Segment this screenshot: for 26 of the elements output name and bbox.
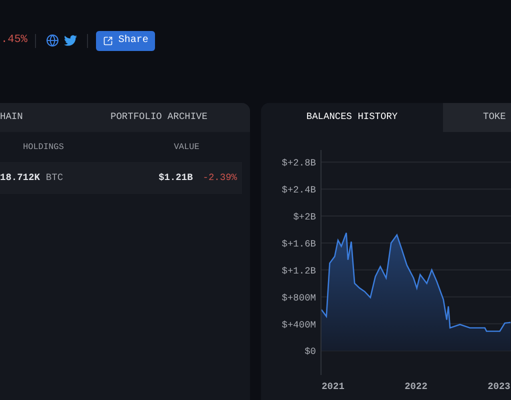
axis-tick-label: 2021: [322, 381, 344, 392]
axis-tick-label: $+1.6B: [282, 238, 316, 250]
panel-tab[interactable]: TOKE: [443, 103, 511, 132]
column-header: VALUE: [174, 140, 200, 154]
holding-row[interactable]: 18.712K BTC $1.21B -2.39%: [0, 162, 242, 194]
share-button[interactable]: Share: [96, 30, 156, 50]
axis-tick-label: $+2.8B: [282, 158, 316, 169]
bird-icon[interactable]: [64, 34, 78, 47]
value-change: -2.39%: [202, 170, 237, 185]
panel-tab[interactable]: HAIN: [0, 103, 68, 132]
holding-amount: 18.712K: [0, 170, 40, 185]
token-symbol: BTC: [46, 170, 64, 185]
axis-tick-label: 2023: [488, 381, 510, 392]
axis-tick-label: $+2.4B: [282, 184, 316, 196]
axis-tick-label: $+800M: [282, 292, 316, 304]
panel-tab[interactable]: PORTFOLIO ARCHIVE: [68, 103, 250, 132]
holding-value: $1.21B: [158, 170, 193, 185]
external-link-icon: [103, 36, 114, 46]
axis-tick-label: $0: [304, 346, 316, 358]
axis-tick-label: $+1.2B: [282, 265, 316, 276]
change-percent: .45%: [0, 33, 28, 48]
column-header: HOLDINGS: [23, 140, 64, 154]
axis-tick-label: $+400M: [282, 319, 316, 330]
axis-tick-label: $+2B: [293, 212, 316, 223]
globe-icon[interactable]: [46, 34, 60, 47]
axis-tick-label: 2022: [404, 381, 428, 392]
